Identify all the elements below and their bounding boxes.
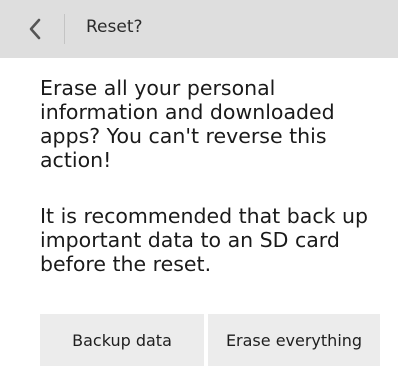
- backup-data-button[interactable]: Backup data: [40, 314, 204, 366]
- button-bar: Backup data Erase everything: [0, 314, 398, 366]
- erase-everything-button[interactable]: Erase everything: [208, 314, 380, 366]
- backup-recommendation-text: It is recommended that back up important…: [40, 204, 368, 276]
- erase-warning-text: Erase all your personal information and …: [40, 76, 335, 172]
- title-divider: [64, 14, 65, 44]
- back-button[interactable]: [18, 12, 52, 46]
- title-bar: Reset?: [0, 0, 398, 58]
- page-title: Reset?: [86, 17, 143, 37]
- reset-screen: Reset? Erase all your personal informati…: [0, 0, 398, 374]
- chevron-left-icon: [29, 18, 41, 40]
